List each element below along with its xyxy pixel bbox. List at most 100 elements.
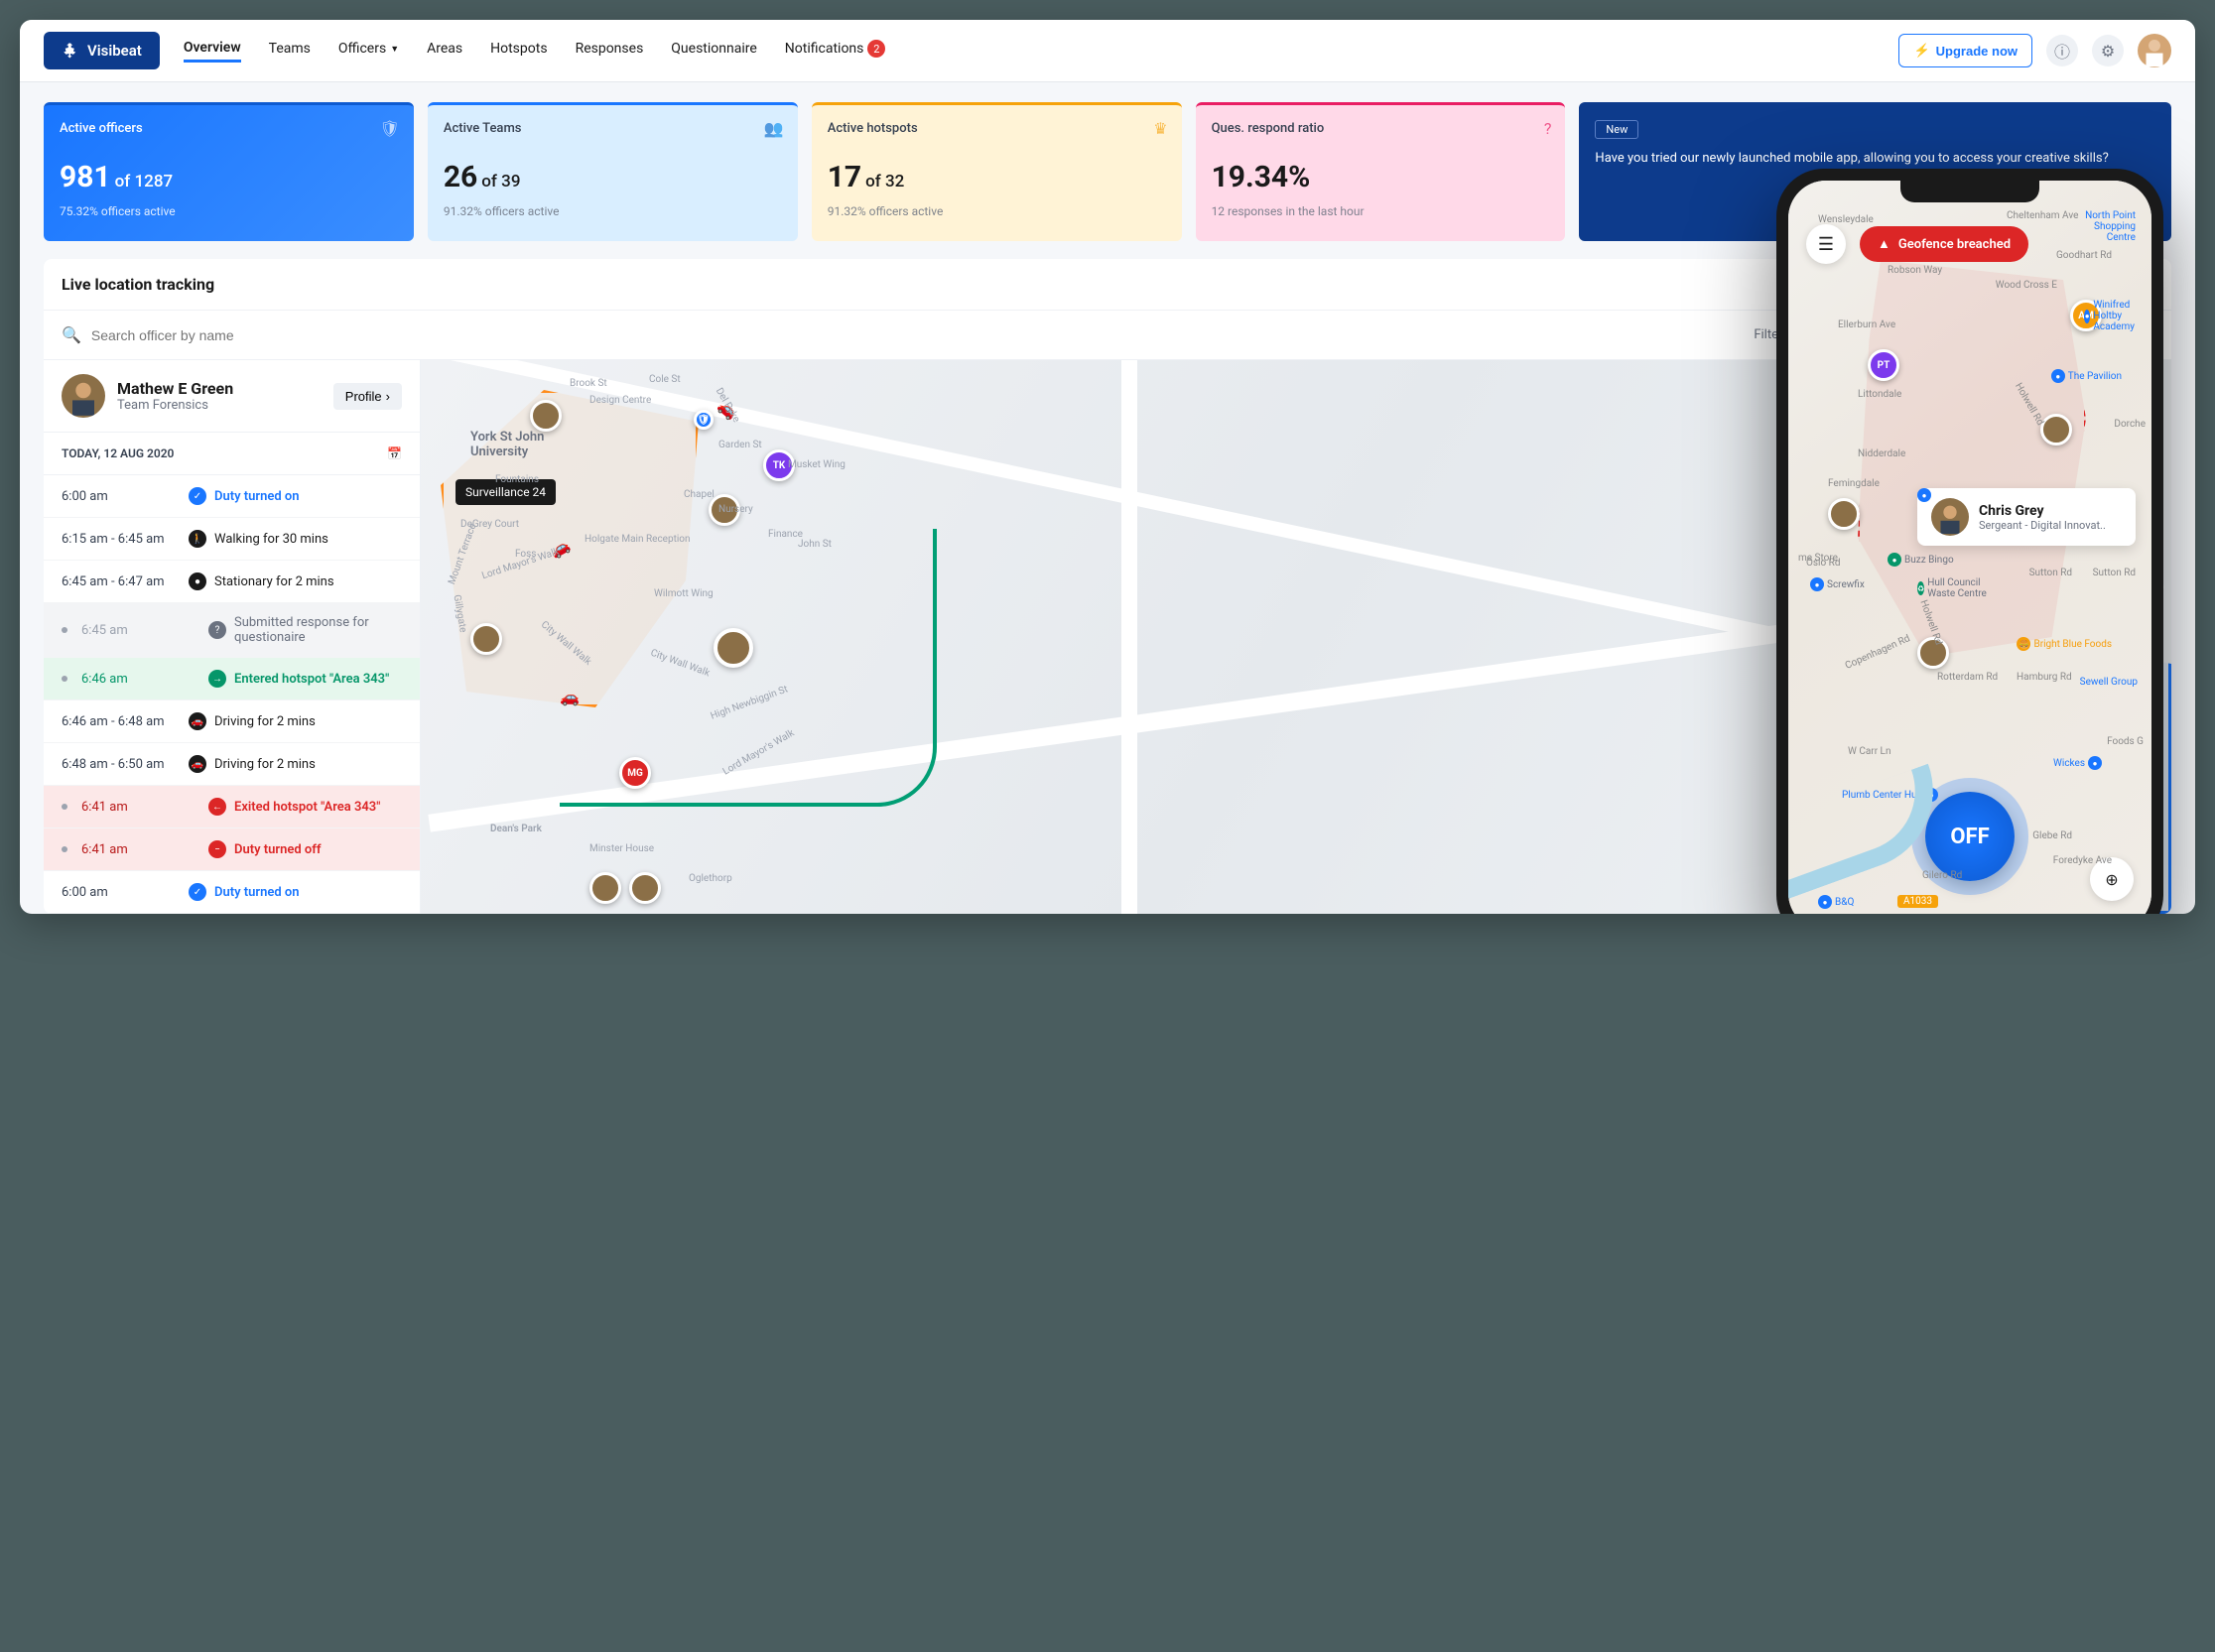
poi-icon: ●: [1917, 488, 1931, 502]
map-pin-tracked-officer[interactable]: [714, 628, 753, 668]
phone-mockup: ☰ ▲Geofence breached PT AM Chris Grey Se…: [1776, 169, 2163, 914]
phone-screen[interactable]: ☰ ▲Geofence breached PT AM Chris Grey Se…: [1788, 181, 2151, 914]
upgrade-button[interactable]: ⚡Upgrade now: [1898, 34, 2032, 67]
timeline-text: Duty turned on: [214, 489, 402, 504]
timeline-icon: ●: [189, 572, 206, 590]
timeline-icon: 🚗: [189, 712, 206, 730]
officer-name: Mathew E Green: [117, 379, 233, 398]
timeline-icon: →: [208, 670, 226, 688]
officer-info-card[interactable]: Chris Grey Sergeant - Digital Innovat..: [1917, 488, 2136, 546]
timeline-text: Duty turned on: [214, 885, 402, 900]
map-uni-label: York St John University: [470, 430, 560, 459]
timeline-time: 6:48 am - 6:50 am: [62, 757, 181, 772]
timeline-time: 6:45 am - 6:47 am: [62, 574, 181, 589]
timeline-text: Submitted response for questionaire: [234, 615, 402, 645]
topbar-right: ⚡Upgrade now ⓘ ⚙: [1898, 34, 2171, 67]
poi-icon: ●: [1888, 553, 1901, 567]
notif-badge: 2: [867, 40, 885, 58]
search-icon: 🔍: [62, 325, 81, 344]
nav-notifications[interactable]: Notifications2: [785, 40, 886, 62]
shield-icon: 🛡: [380, 119, 400, 138]
officer-panel: Mathew E Green Team Forensics Profile› T…: [44, 360, 421, 914]
nav-areas[interactable]: Areas: [427, 41, 462, 61]
nav-overview[interactable]: Overview: [184, 40, 241, 63]
calendar-icon[interactable]: 📅: [387, 446, 402, 460]
timeline-text: Driving for 2 mins: [214, 757, 402, 772]
nav-hotspots[interactable]: Hotspots: [490, 41, 547, 61]
search-input[interactable]: [91, 327, 1744, 343]
phone-pin-pt[interactable]: PT: [1868, 349, 1899, 381]
phone-notch: [1900, 181, 2039, 202]
phone-pin-officer2[interactable]: [1828, 498, 1860, 530]
hamburger-icon: ☰: [1818, 234, 1834, 255]
nav-questionnaire[interactable]: Questionnaire: [671, 41, 757, 61]
nav-responses[interactable]: Responses: [576, 41, 644, 61]
timeline-text: Entered hotspot "Area 343": [234, 672, 402, 687]
timeline-icon: ←: [208, 798, 226, 816]
timeline-item[interactable]: 6:41 am←Exited hotspot "Area 343": [44, 786, 420, 828]
help-icon: ?: [1544, 119, 1552, 138]
nav-teams[interactable]: Teams: [269, 41, 311, 61]
chevron-right-icon: ›: [386, 389, 390, 404]
officer-avatar[interactable]: [62, 374, 105, 418]
timeline-time: 6:41 am: [81, 842, 200, 857]
phone-pin-officer1[interactable]: [2040, 414, 2072, 445]
map-pin-mg[interactable]: MG: [619, 757, 651, 789]
poi-icon: ●: [1810, 577, 1824, 591]
card-value: 981: [60, 160, 111, 194]
duty-toggle-button[interactable]: OFF: [1925, 792, 2015, 881]
timeline: 6:00 am✓Duty turned on6:15 am - 6:45 am🚶…: [44, 475, 420, 914]
bullet-icon: [62, 804, 67, 810]
profile-button[interactable]: Profile›: [333, 383, 402, 410]
timeline-item[interactable]: 6:41 am−Duty turned off: [44, 828, 420, 871]
main-nav: Overview Teams Officers▼ Areas Hotspots …: [184, 40, 1899, 63]
timeline-time: 6:00 am: [62, 885, 181, 900]
timeline-icon: 🚶: [189, 530, 206, 548]
timeline-item[interactable]: 6:46 am→Entered hotspot "Area 343": [44, 658, 420, 700]
timeline-item[interactable]: 6:45 am - 6:47 am ● Stationary for 2 mins: [44, 561, 420, 603]
info-button[interactable]: ⓘ: [2046, 35, 2078, 66]
people-icon: 👥: [764, 119, 784, 138]
card-active-officers[interactable]: Active officers 🛡 981of 1287 75.32% offi…: [44, 102, 414, 241]
topbar: Visibeat Overview Teams Officers▼ Areas …: [20, 20, 2195, 82]
poi-icon: ●: [2084, 310, 2090, 323]
timeline-item[interactable]: 6:00 am ✓ Duty turned on: [44, 475, 420, 518]
bullet-icon: [62, 676, 67, 682]
card-title: Active officers: [60, 121, 398, 136]
timeline-icon: ✓: [189, 883, 206, 901]
poi-icon: 🍔: [2017, 637, 2030, 651]
map-pin-officer4[interactable]: [589, 872, 621, 904]
map-pin-officer3[interactable]: [470, 623, 502, 655]
timeline-item[interactable]: 6:46 am - 6:48 am🚗Driving for 2 mins: [44, 700, 420, 743]
geofence-alert[interactable]: ▲Geofence breached: [1860, 226, 2028, 262]
car-icon: 🚗: [560, 688, 580, 706]
map-shield-marker[interactable]: 🛡: [694, 410, 714, 430]
poi-icon: ●: [1818, 895, 1832, 909]
timeline-icon: −: [208, 840, 226, 858]
timeline-item[interactable]: 6:45 am?Submitted response for questiona…: [44, 603, 420, 658]
user-avatar[interactable]: [2138, 34, 2171, 67]
settings-button[interactable]: ⚙: [2092, 35, 2124, 66]
card-officer-role: Sergeant - Digital Innovat..: [1979, 519, 2106, 532]
timeline-item[interactable]: 6:00 am ✓ Duty turned on: [44, 871, 420, 914]
poi-icon: ●: [2051, 369, 2065, 383]
timeline-item[interactable]: 6:15 am - 6:45 am🚶Walking for 30 mins: [44, 518, 420, 561]
timeline-time: 6:00 am: [62, 489, 181, 504]
crown-icon: ♛: [1153, 119, 1167, 138]
timeline-text: Walking for 30 mins: [214, 532, 402, 547]
timeline-text: Stationary for 2 mins: [214, 574, 402, 589]
timeline-time: 6:41 am: [81, 800, 200, 815]
timeline-item[interactable]: 6:48 am - 6:50 am🚗Driving for 2 mins: [44, 743, 420, 786]
crosshair-icon: ⊕: [2105, 870, 2118, 889]
timeline-time: 6:45 am: [81, 623, 200, 638]
card-active-hotspots[interactable]: Active hotspots ♛ 17of 32 91.32% officer…: [812, 102, 1182, 241]
card-respond-ratio[interactable]: Ques. respond ratio ? 19.34% 12 response…: [1196, 102, 1566, 241]
card-active-teams[interactable]: Active Teams 👥 26of 39 91.32% officers a…: [428, 102, 798, 241]
map-pin-officer5[interactable]: [629, 872, 661, 904]
chevron-down-icon: ▼: [390, 44, 399, 55]
brand-logo[interactable]: Visibeat: [44, 32, 160, 69]
map-pin-officer[interactable]: [530, 400, 562, 432]
phone-menu-button[interactable]: ☰: [1806, 224, 1846, 264]
timeline-icon: ✓: [189, 487, 206, 505]
nav-officers[interactable]: Officers▼: [338, 41, 399, 61]
